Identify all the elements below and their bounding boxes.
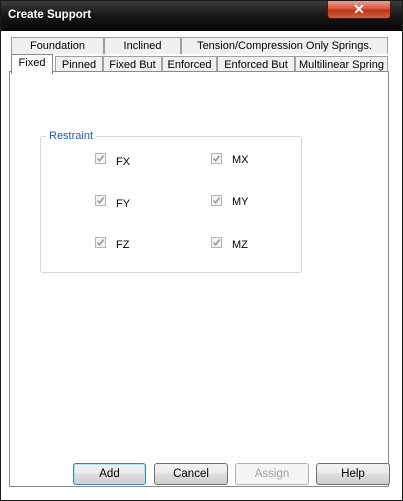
fx-label: FX — [116, 156, 131, 168]
window-title: Create Support — [8, 9, 92, 21]
fy-checkbox[interactable] — [95, 195, 106, 206]
close-icon: ✕ — [353, 1, 365, 17]
checkmark-icon — [96, 155, 105, 163]
create-support-dialog: Create Support ✕ Foundation Inclined Ten… — [0, 0, 403, 501]
checkmark-icon — [212, 239, 221, 247]
restraint-group-label: Restraint — [46, 130, 97, 142]
mz-checkbox[interactable] — [211, 237, 222, 248]
checkmark-icon — [96, 239, 105, 247]
restraint-group — [40, 136, 302, 273]
add-button[interactable]: Add — [73, 463, 146, 485]
my-label: MY — [232, 196, 249, 208]
mx-label: MX — [232, 154, 249, 166]
close-button[interactable]: ✕ — [327, 1, 391, 19]
my-checkbox[interactable] — [211, 195, 222, 206]
mz-label: MZ — [232, 239, 248, 251]
cancel-button[interactable]: Cancel — [154, 463, 228, 485]
tab-fixed[interactable]: Fixed — [11, 54, 53, 74]
checkmark-icon — [212, 155, 221, 163]
fx-checkbox[interactable] — [95, 153, 106, 164]
tab-foundation[interactable]: Foundation — [11, 37, 104, 54]
checkmark-icon — [96, 197, 105, 205]
assign-button[interactable]: Assign — [235, 463, 309, 485]
fz-label: FZ — [116, 239, 130, 251]
title-bar[interactable]: Create Support ✕ — [1, 1, 402, 31]
tab-tension-compression-springs[interactable]: Tension/Compression Only Springs. — [181, 37, 388, 54]
tab-inclined[interactable]: Inclined — [104, 37, 181, 54]
help-button[interactable]: Help — [316, 463, 390, 485]
fy-label: FY — [116, 198, 131, 210]
mx-checkbox[interactable] — [211, 153, 222, 164]
fz-checkbox[interactable] — [95, 237, 106, 248]
checkmark-icon — [212, 197, 221, 205]
